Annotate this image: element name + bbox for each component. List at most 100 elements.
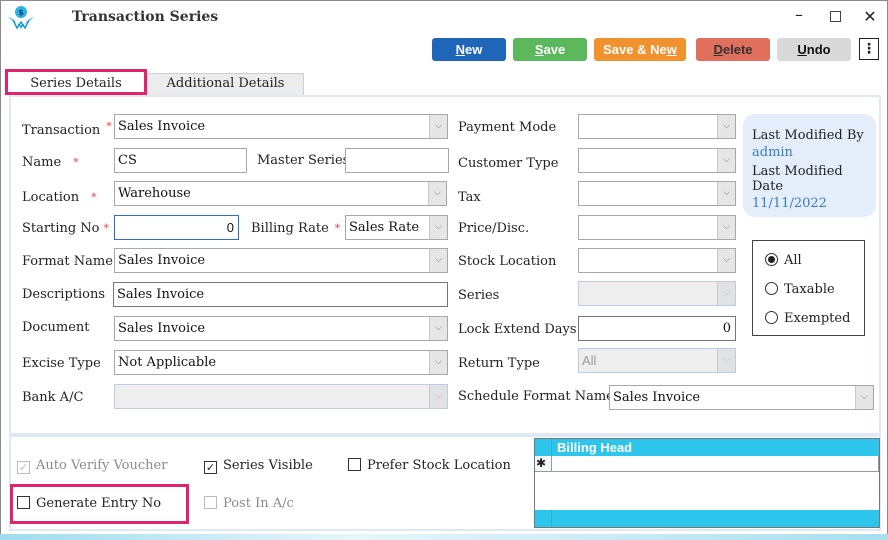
required-marker: * xyxy=(103,222,110,235)
billing-head-grid: Billing Head ✱ xyxy=(534,438,880,528)
generate-entry-no-checkbox[interactable]: Generate Entry No xyxy=(17,496,161,511)
save-button[interactable]: Save xyxy=(513,38,587,61)
label-text: Transaction xyxy=(22,123,101,138)
return-type-label: Return Type xyxy=(458,356,540,371)
checkbox-label: Generate Entry No xyxy=(36,496,162,511)
title-bar: $ Transaction Series – ✕ xyxy=(1,1,887,33)
billing-rate-select[interactable]: Sales Rate ⌵ xyxy=(345,215,448,240)
chevron-down-icon[interactable]: ⌵ xyxy=(429,317,447,340)
last-modified-date-value: 11/11/2022 xyxy=(752,196,827,211)
radio-taxable[interactable]: Taxable xyxy=(765,282,835,297)
payment-mode-select[interactable]: ⌵ xyxy=(578,114,736,139)
customer-type-select[interactable]: ⌵ xyxy=(578,148,736,173)
post-in-ac-checkbox[interactable]: Post In A/c xyxy=(204,496,294,511)
grid-corner-cell xyxy=(535,439,552,456)
bank-ac-label: Bank A/C xyxy=(22,390,84,405)
required-marker: * xyxy=(106,120,112,133)
tab-additional-details[interactable]: Additional Details xyxy=(147,73,304,95)
starting-no-input[interactable]: 0 xyxy=(114,215,239,240)
tab-series-details[interactable]: Series Details xyxy=(5,69,147,95)
radio-label: Exempted xyxy=(784,311,851,326)
schedule-format-name-select[interactable]: Sales Invoice ⌵ xyxy=(609,385,874,410)
chevron-down-icon[interactable]: ⌵ xyxy=(717,282,735,305)
auto-verify-voucher-checkbox[interactable]: ✓ Auto Verify Voucher xyxy=(17,458,167,474)
lock-extend-days-input[interactable]: 0 xyxy=(578,316,736,341)
chevron-down-icon[interactable]: ⌵ xyxy=(855,386,873,409)
lock-extend-days-label: Lock Extend Days xyxy=(458,322,577,337)
save-and-new-button[interactable]: Save & New xyxy=(594,38,686,61)
bank-ac-select[interactable]: ⌵ xyxy=(114,384,448,409)
series-select[interactable]: ⌵ xyxy=(578,281,736,306)
maximize-icon xyxy=(829,11,841,22)
chevron-down-icon[interactable]: ⌵ xyxy=(717,149,735,172)
required-marker: * xyxy=(91,191,97,204)
label-text: Billing Rate xyxy=(251,221,329,236)
checkbox-checked-icon: ✓ xyxy=(204,461,217,474)
last-modified-by-label: Last Modified By xyxy=(752,128,864,143)
series-visible-checkbox[interactable]: ✓ Series Visible xyxy=(204,458,313,474)
chevron-down-icon[interactable]: ⌵ xyxy=(429,115,447,138)
customer-type-label: Customer Type xyxy=(458,156,559,171)
chevron-down-icon[interactable]: ⌵ xyxy=(717,349,735,372)
chevron-down-icon[interactable]: ⌵ xyxy=(429,249,447,272)
descriptions-label: Descriptions xyxy=(22,287,106,302)
tax-select[interactable]: ⌵ xyxy=(578,181,736,206)
stock-location-label: Stock Location xyxy=(458,254,557,269)
name-label: Name * xyxy=(22,155,79,170)
radio-exempted[interactable]: Exempted xyxy=(765,311,850,326)
undo-button[interactable]: Undo xyxy=(777,38,851,61)
accelerator-key: w xyxy=(666,42,677,57)
radio-all[interactable]: All xyxy=(765,253,802,268)
descriptions-input[interactable]: Sales Invoice xyxy=(113,282,448,307)
accelerator-key: N xyxy=(455,42,466,57)
delete-button[interactable]: Delete xyxy=(696,38,770,61)
price-disc-select[interactable]: ⌵ xyxy=(578,215,736,240)
transaction-label: Transaction * xyxy=(22,120,112,138)
new-row-asterisk-icon[interactable]: ✱ xyxy=(535,456,552,471)
schedule-format-name-label: Schedule Format Name xyxy=(458,389,614,404)
window-title: Transaction Series xyxy=(72,9,219,25)
chevron-down-icon[interactable]: ⌵ xyxy=(717,115,735,138)
radio-unselected-icon xyxy=(765,311,778,324)
radio-unselected-icon xyxy=(765,282,778,295)
more-options-button[interactable]: ⋮ xyxy=(859,38,879,60)
prefer-stock-location-checkbox[interactable]: Prefer Stock Location xyxy=(348,458,511,473)
transaction-select[interactable]: Sales Invoice ⌵ xyxy=(114,114,448,139)
new-button[interactable]: New xyxy=(432,38,506,61)
chevron-down-icon[interactable]: ⌵ xyxy=(717,182,735,205)
chevron-down-icon[interactable]: ⌵ xyxy=(428,182,446,205)
checkbox-label: Series Visible xyxy=(223,458,313,473)
master-series-input[interactable] xyxy=(345,148,449,173)
location-select[interactable]: Warehouse ⌵ xyxy=(114,181,447,206)
name-input[interactable]: CS xyxy=(114,148,247,173)
chevron-down-icon[interactable]: ⌵ xyxy=(429,216,447,239)
label-part: ew xyxy=(465,42,483,57)
select-value: Sales Rate xyxy=(349,220,420,235)
minimize-icon: – xyxy=(795,5,803,24)
billing-rate-label: Billing Rate * xyxy=(251,221,340,236)
select-value: Sales Invoice xyxy=(613,390,701,405)
chevron-down-icon[interactable]: ⌵ xyxy=(717,249,735,272)
close-button[interactable]: ✕ xyxy=(858,7,882,27)
minimize-button[interactable]: – xyxy=(787,7,811,27)
billing-head-column-header[interactable]: Billing Head xyxy=(557,439,632,456)
excise-type-select[interactable]: Not Applicable ⌵ xyxy=(114,350,448,375)
checkbox-label: Auto Verify Voucher xyxy=(36,458,168,473)
return-type-select[interactable]: All ⌵ xyxy=(578,348,736,373)
format-name-select[interactable]: Sales Invoice ⌵ xyxy=(114,248,448,273)
format-name-label: Format Name xyxy=(22,254,113,269)
grid-footer xyxy=(535,510,879,527)
chevron-down-icon[interactable]: ⌵ xyxy=(429,351,447,374)
document-select[interactable]: Sales Invoice ⌵ xyxy=(114,316,448,341)
checkbox-unchecked-icon xyxy=(17,496,30,509)
checkbox-checked-icon: ✓ xyxy=(17,461,30,474)
stock-location-select[interactable]: ⌵ xyxy=(578,248,736,273)
billing-head-cell[interactable] xyxy=(552,456,879,471)
checkbox-unchecked-icon xyxy=(348,458,361,471)
accelerator-key: U xyxy=(797,42,807,57)
maximize-button[interactable] xyxy=(823,7,847,27)
accelerator-key: D xyxy=(713,42,723,57)
chevron-down-icon[interactable]: ⌵ xyxy=(429,385,447,408)
chevron-down-icon[interactable]: ⌵ xyxy=(717,216,735,239)
location-label: Location * xyxy=(22,190,97,205)
